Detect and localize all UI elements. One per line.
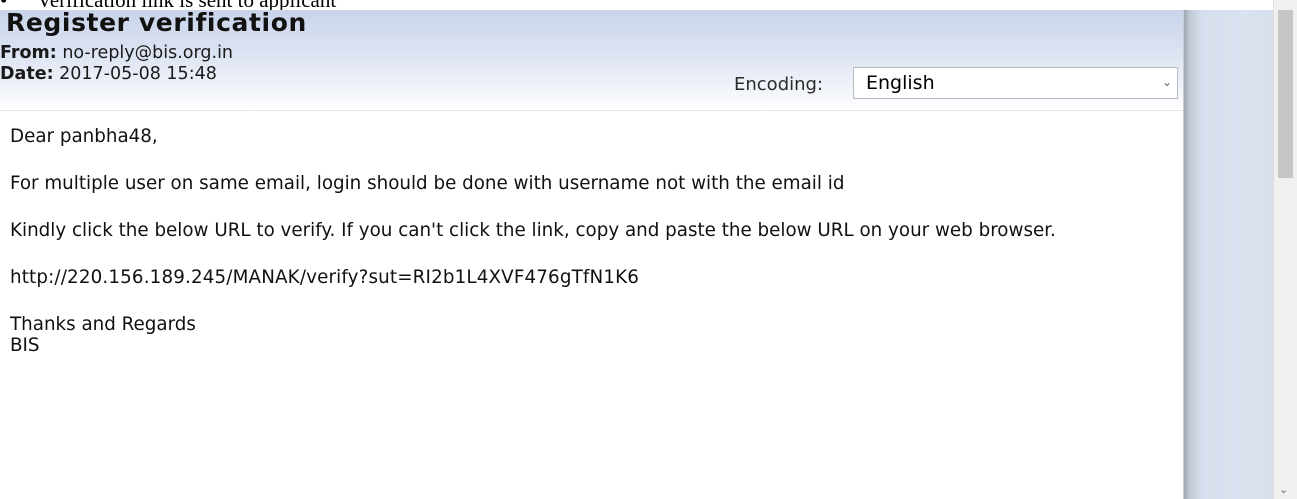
body-paragraph-multiple-user: For multiple user on same email, login s… (10, 173, 845, 194)
side-panel (1184, 10, 1273, 499)
vertical-scrollbar[interactable]: ⌄ (1273, 0, 1297, 499)
encoding-selected-value: English (866, 72, 935, 94)
scroll-down-chevron-icon[interactable]: ⌄ (1279, 484, 1288, 496)
date-value: 2017-05-08 15:48 (59, 64, 217, 84)
verification-url[interactable]: http://220.156.189.245/MANAK/verify?sut=… (10, 267, 1175, 288)
encoding-select[interactable]: English ⌄ (853, 67, 1178, 99)
body-paragraph-instructions: Kindly click the below URL to verify. If… (10, 220, 1056, 241)
scrollbar-thumb[interactable] (1278, 10, 1293, 178)
encoding-label: Encoding: (734, 74, 824, 95)
signature-sender: BIS (10, 335, 40, 356)
from-label: From: (0, 43, 57, 63)
email-viewer: Register verification From: no-reply@bis… (0, 8, 1184, 499)
signature-closing: Thanks and Regards (10, 314, 196, 335)
date-label: Date: (0, 64, 54, 84)
date-line: Date: 2017-05-08 15:48 (0, 64, 217, 84)
email-header: Register verification From: no-reply@bis… (0, 8, 1183, 111)
from-line: From: no-reply@bis.org.in (0, 43, 233, 63)
from-address: no-reply@bis.org.in (62, 43, 234, 63)
email-body: Dear panbha48, For multiple user on same… (10, 126, 1175, 356)
email-subject: Register verification (6, 8, 307, 37)
greeting: Dear panbha48, (10, 126, 158, 147)
chevron-down-icon[interactable]: ⌄ (1162, 75, 1172, 89)
